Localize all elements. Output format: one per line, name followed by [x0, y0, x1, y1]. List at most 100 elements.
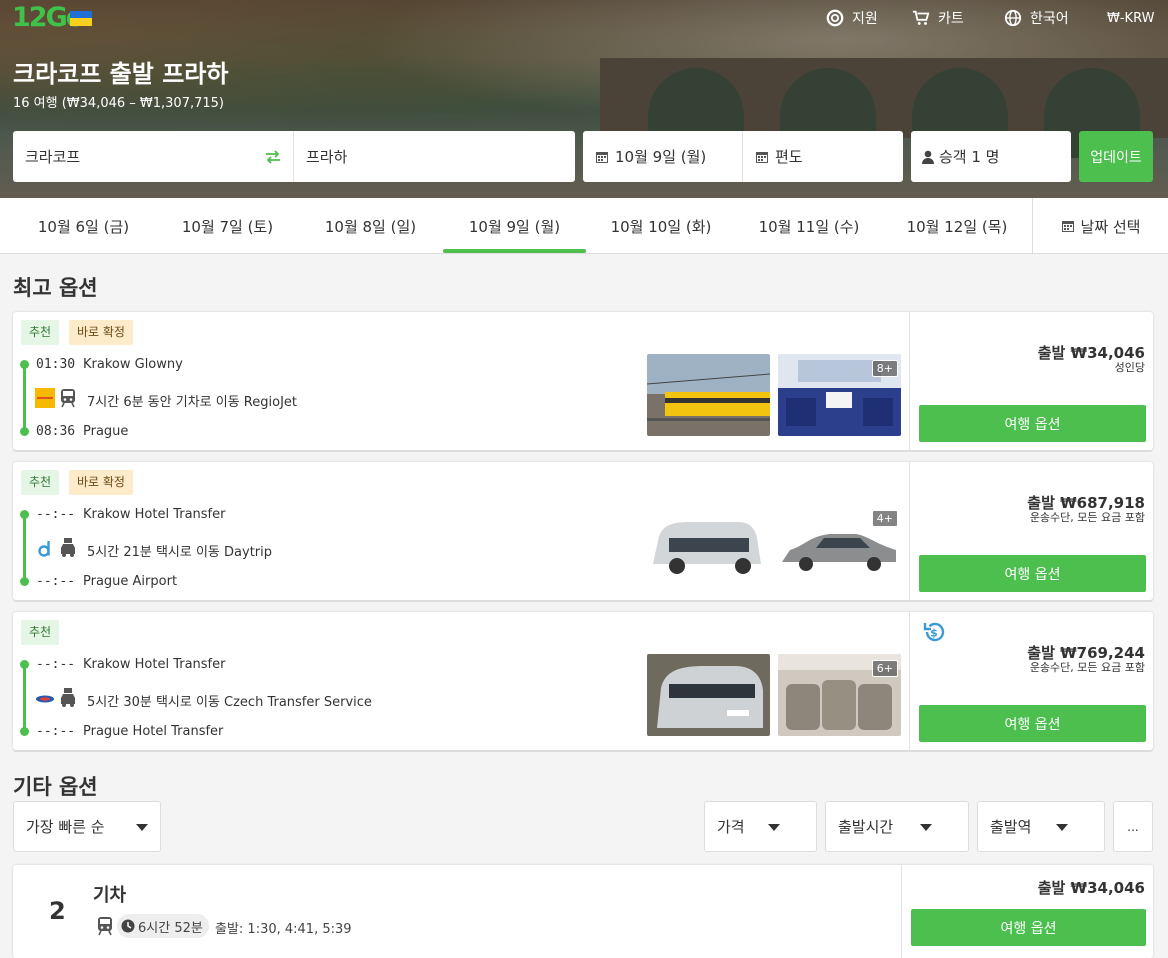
trip-options-button[interactable]: 여행 옵션	[919, 405, 1146, 442]
price-note: 운송수단, 모든 요금 포함	[1029, 661, 1145, 674]
trip-description: 7시간 6분 동안 기차로 이동 RegioJet	[87, 395, 297, 410]
vehicle-photo[interactable]	[647, 654, 770, 736]
to-value: 프라하	[306, 148, 348, 166]
vehicle-photo[interactable]: 4+	[778, 504, 901, 586]
price-panel: $ 출발 ₩769,244 운송수단, 모든 요금 포함 여행 옵션	[909, 612, 1153, 750]
more-filters-button[interactable]: ...	[1113, 801, 1153, 852]
date-picker-button[interactable]: 날짜 선택	[1032, 198, 1168, 254]
instant-confirm-badge: 바로 확정	[69, 470, 133, 495]
date-tab[interactable]: 10월 11일 (수)	[736, 198, 882, 254]
trip-options-button[interactable]: 여행 옵션	[919, 705, 1146, 742]
best-options-heading: 최고 옵션	[13, 276, 98, 300]
globe-icon	[1004, 9, 1022, 27]
regiojet-logo-icon	[35, 388, 55, 408]
from-value: 크라코프	[25, 148, 81, 166]
to-field[interactable]: 프라하	[294, 131, 575, 182]
date-value: 10월 9일 (월)	[615, 148, 707, 166]
price-panel: 출발 ₩34,046 성인당 여행 옵션	[909, 312, 1153, 450]
more-filters-label: ...	[1127, 819, 1139, 834]
logo[interactable]: 12Go	[12, 2, 84, 36]
update-button[interactable]: 업데이트	[1079, 131, 1153, 182]
vehicle-photo[interactable]	[647, 354, 770, 436]
more-photos-count: 4+	[871, 510, 898, 527]
caret-down-icon	[768, 824, 780, 831]
trip-description: 5시간 21분 택시로 이동 Daytrip	[87, 545, 272, 560]
departure-time-filter[interactable]: 출발시간	[825, 801, 969, 852]
train-icon	[61, 389, 75, 408]
date-picker-label: 날짜 선택	[1080, 217, 1141, 236]
departure-place: Krakow Glowny	[83, 357, 183, 372]
date-field[interactable]: 10월 9일 (월)	[583, 131, 743, 182]
price-note: 성인당	[1114, 361, 1145, 374]
station-filter[interactable]: 출발역	[977, 801, 1105, 852]
sort-select[interactable]: 가장 빠른 순	[13, 801, 161, 852]
daytrip-logo-icon	[38, 541, 50, 557]
currency-selector[interactable]: ₩-KRW	[1107, 8, 1154, 28]
option-card[interactable]: 추천 --:-- Krakow Hotel Transfer 5시간 30분 택…	[13, 612, 1153, 750]
vehicle-photo[interactable]	[647, 504, 770, 586]
price-panel: 출발 ₩34,046 여행 옵션	[901, 865, 1153, 958]
lifebuoy-icon	[826, 9, 844, 27]
calendar-icon	[1061, 221, 1074, 232]
date-tab[interactable]: 10월 6일 (금)	[12, 198, 155, 254]
taxi-icon	[61, 688, 75, 707]
cart-link[interactable]: 카트	[912, 8, 964, 28]
return-field[interactable]: 편도	[743, 131, 903, 182]
arrival-place: Prague Hotel Transfer	[83, 724, 224, 739]
language-label: 한국어	[1030, 11, 1069, 27]
departure-place: Krakow Hotel Transfer	[83, 507, 226, 522]
person-icon	[922, 150, 934, 164]
calendar-icon	[596, 151, 608, 163]
departure-time-filter-label: 출발시간	[838, 818, 894, 836]
departure-place: Krakow Hotel Transfer	[83, 657, 226, 672]
transport-type: 기차	[93, 885, 127, 906]
date-tab[interactable]: 10월 10일 (화)	[588, 198, 734, 254]
passengers-value: 승객 1 명	[939, 148, 1000, 166]
vehicle-photo[interactable]: 8+	[778, 354, 901, 436]
from-field[interactable]: 크라코프	[13, 131, 294, 182]
option-card[interactable]: 추천 바로 확정 01:30 Krakow Glowny 7시간 6분 동안 기…	[13, 312, 1153, 450]
date-tabs: 10월 6일 (금) 10월 7일 (토) 10월 8일 (일) 10월 9일 …	[0, 198, 1168, 254]
recommended-badge: 추천	[21, 320, 60, 345]
option-card[interactable]: 추천 바로 확정 --:-- Krakow Hotel Transfer 5시간…	[13, 462, 1153, 600]
caret-down-icon	[1056, 824, 1068, 831]
arrival-time: --:--	[36, 574, 76, 589]
other-option-card[interactable]: 2 기차 6시간 52분 출발: 1:30, 4:41, 5:39 출발 ₩34…	[13, 865, 1153, 958]
language-selector[interactable]: 한국어	[1004, 8, 1069, 28]
recommended-badge: 추천	[21, 620, 60, 645]
support-link[interactable]: 지원	[826, 8, 878, 28]
departure-time: --:--	[36, 657, 76, 672]
passengers-field[interactable]: 승객 1 명	[911, 131, 1071, 182]
refund-icon: $	[923, 622, 945, 642]
departure-time: --:--	[36, 507, 76, 522]
cart-icon	[912, 10, 930, 25]
more-photos-count: 6+	[871, 660, 898, 677]
vehicle-photo[interactable]: 6+	[778, 654, 901, 736]
date-tab[interactable]: 10월 7일 (토)	[156, 198, 299, 254]
route-fields: 크라코프 프라하	[13, 131, 575, 182]
price: 출발 ₩34,046	[1037, 879, 1145, 897]
date-tab[interactable]: 10월 12일 (목)	[884, 198, 1030, 254]
page-title: 크라코프 출발 프라하	[13, 60, 229, 88]
caret-down-icon	[136, 824, 148, 831]
price-panel: 출발 ₩687,918 운송수단, 모든 요금 포함 여행 옵션	[909, 462, 1153, 600]
trip-options-button[interactable]: 여행 옵션	[911, 909, 1146, 946]
date-tab[interactable]: 10월 8일 (일)	[299, 198, 442, 254]
czech-transfer-logo-icon	[36, 695, 54, 703]
svg-text:$: $	[930, 627, 938, 640]
recommended-badge: 추천	[21, 470, 60, 495]
price-filter[interactable]: 가격	[704, 801, 817, 852]
arrival-time: 08:36	[36, 424, 76, 439]
support-label: 지원	[852, 11, 878, 27]
arrival-place: Prague Airport	[83, 574, 178, 589]
instant-confirm-badge: 바로 확정	[69, 320, 133, 345]
date-tab-active[interactable]: 10월 9일 (월)	[443, 198, 586, 254]
caret-down-icon	[920, 824, 932, 831]
swap-icon[interactable]	[264, 148, 282, 166]
trip-type-value: 편도	[775, 148, 803, 166]
ukraine-flag-icon	[70, 11, 92, 26]
sort-value: 가장 빠른 순	[26, 818, 105, 836]
price-note: 운송수단, 모든 요금 포함	[1029, 511, 1145, 524]
trip-count-subtitle: 16 여행 (₩34,046 – ₩1,307,715)	[13, 96, 224, 111]
trip-options-button[interactable]: 여행 옵션	[919, 555, 1146, 592]
